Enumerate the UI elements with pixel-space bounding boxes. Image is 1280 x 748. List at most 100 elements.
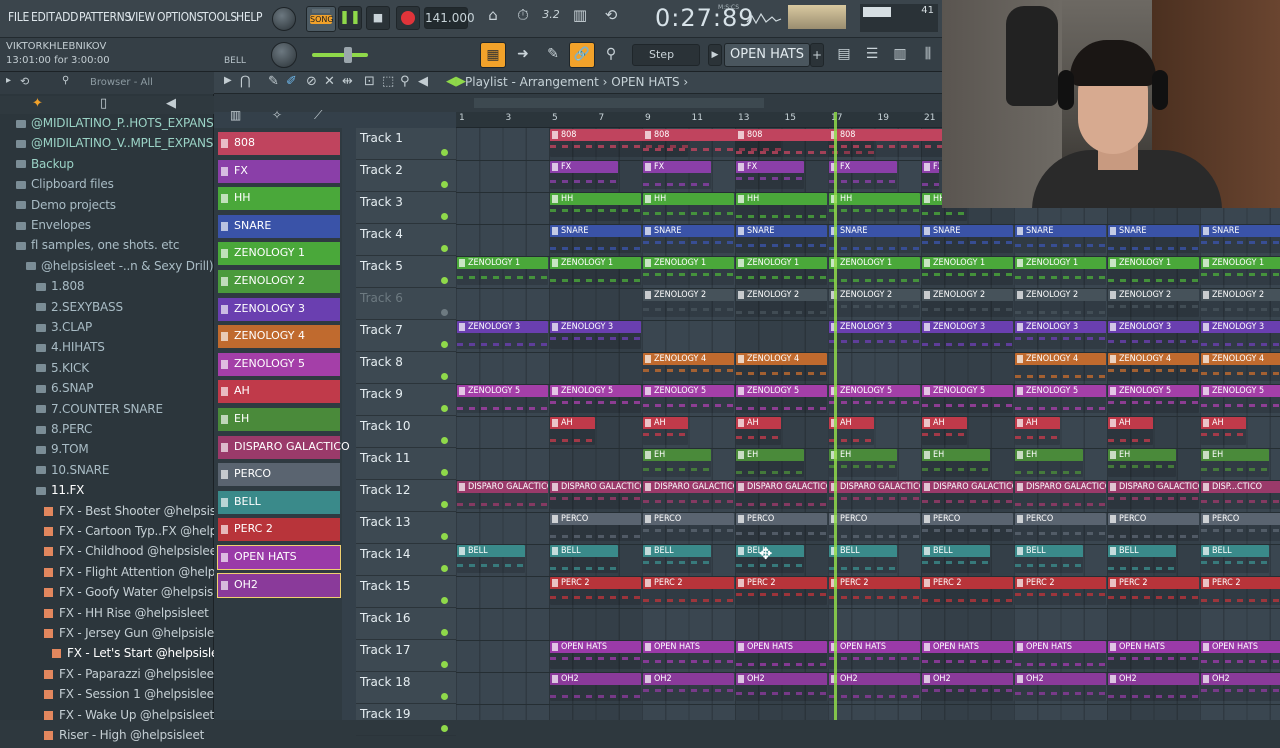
pattern-clip[interactable]: OPEN HATS	[922, 641, 1013, 669]
automation-icon[interactable]: ⟋	[314, 108, 322, 123]
slice-icon[interactable]: ⊡	[364, 74, 375, 89]
pattern-clip[interactable]: OPEN HATS	[550, 641, 641, 669]
track-header[interactable]: Track 12	[356, 480, 456, 512]
pattern-clip[interactable]: AH	[1108, 417, 1153, 445]
track-mute-led[interactable]	[441, 149, 448, 156]
pattern-item[interactable]: ZENOLOGY 4	[218, 325, 340, 349]
track-mute-led[interactable]	[441, 597, 448, 604]
pattern-item[interactable]: HH	[218, 187, 340, 211]
pattern-clip[interactable]: PERC 2	[643, 577, 734, 605]
arrangement-grid[interactable]: 808808808808FXFXFXFXFXHHHHHHHHHHSNARESNA…	[456, 128, 1280, 720]
menu-patterns[interactable]: PATTERNS	[79, 10, 131, 24]
track-header[interactable]: Track 17	[356, 640, 456, 672]
pattern-clip[interactable]: PERCO	[1201, 513, 1280, 541]
pattern-clip[interactable]: ZENOLOGY 1	[643, 257, 734, 285]
pattern-clip[interactable]: ZENOLOGY 1	[1201, 257, 1280, 285]
delete-icon[interactable]: ⊘	[306, 74, 317, 89]
pattern-item[interactable]: 808	[218, 132, 340, 155]
track-mute-led[interactable]	[441, 309, 448, 316]
metronome-button[interactable]: ⌂	[480, 6, 506, 30]
playlist-button[interactable]: ▦	[480, 42, 506, 68]
pattern-clip[interactable]: DISPARO GALACTICO	[829, 481, 920, 509]
pattern-clip[interactable]: FX	[550, 161, 618, 189]
pattern-clip[interactable]: ZENOLOGY 5	[457, 385, 548, 413]
pattern-clip[interactable]: ZENOLOGY 2	[1201, 289, 1280, 317]
track-mute-led[interactable]	[441, 437, 448, 444]
speaker-icon[interactable]: ◀	[166, 96, 176, 111]
pattern-clip[interactable]: ZENOLOGY 1	[1015, 257, 1106, 285]
add-pattern-button[interactable]: +	[810, 43, 824, 67]
track-header[interactable]: Track 19	[356, 704, 456, 736]
pattern-clip[interactable]: AH	[1201, 417, 1246, 445]
pause-button[interactable]: ❚❚	[338, 6, 362, 30]
pattern-clip[interactable]: FX	[736, 161, 804, 189]
browser-item[interactable]: FX - Let's Start @helpsisleet	[52, 646, 230, 666]
browser-item[interactable]: 6.SNAP	[36, 381, 93, 401]
pattern-item[interactable]: OH2	[217, 572, 341, 598]
pattern-clip[interactable]: AH	[736, 417, 781, 445]
pattern-clip[interactable]: AH	[922, 417, 967, 445]
track-mute-led[interactable]	[441, 181, 448, 188]
search-icon[interactable]: ⚲	[62, 75, 69, 86]
browser-item[interactable]: 10.SNARE	[36, 463, 109, 483]
browser-item[interactable]: @MIDILATINO_V..MPLE_EXPANSION	[16, 136, 235, 156]
pattern-item[interactable]: ZENOLOGY 1	[218, 242, 340, 266]
browser-item[interactable]: 5.KICK	[36, 361, 89, 381]
browser-item[interactable]: Envelopes	[16, 218, 91, 238]
pattern-clip[interactable]: PERC 2	[736, 577, 827, 605]
browser-item[interactable]: 8.PERC	[36, 422, 92, 442]
pattern-clip[interactable]: ZENOLOGY 2	[829, 289, 920, 317]
browser-item[interactable]: FX - Session 1 @helpsisleet	[44, 687, 219, 707]
track-header[interactable]: Track 3	[356, 192, 456, 224]
track-mute-led[interactable]	[441, 629, 448, 636]
track-mute-led[interactable]	[441, 533, 448, 540]
pattern-clip[interactable]: OH2	[1015, 673, 1106, 701]
master-volume-slider[interactable]	[312, 53, 368, 57]
browser-item[interactable]: Demo projects	[16, 198, 116, 218]
pattern-clip[interactable]: PERCO	[550, 513, 641, 541]
track-mute-led[interactable]	[441, 501, 448, 508]
pattern-clip[interactable]: DISPARO GALACTICO	[550, 481, 641, 509]
pattern-item[interactable]: FX	[218, 159, 340, 183]
master-volume-knob[interactable]	[272, 7, 296, 31]
track-header[interactable]: Track 18	[356, 672, 456, 704]
pattern-clip[interactable]: DISPARO GALACTICO	[457, 481, 548, 509]
pattern-clip[interactable]: EH	[1201, 449, 1269, 477]
menu-options[interactable]: OPTIONS	[157, 10, 203, 24]
song-mode-toggle[interactable]: SONG	[306, 6, 336, 32]
pattern-clip[interactable]: PERC 2	[550, 577, 641, 605]
pattern-clip[interactable]: OPEN HATS	[829, 641, 920, 669]
browser-item[interactable]: Clipboard files	[16, 177, 114, 197]
pattern-clip[interactable]: ZENOLOGY 3	[1108, 321, 1199, 349]
browser-item[interactable]: FX - Jersey Gun @helpsisleet	[44, 626, 226, 646]
pattern-clip[interactable]: ZENOLOGY 2	[1015, 289, 1106, 317]
pattern-clip[interactable]: ZENOLOGY 5	[1201, 385, 1280, 413]
pattern-clip[interactable]: OH2	[829, 673, 920, 701]
pattern-clip[interactable]: SNARE	[1201, 225, 1280, 253]
mixer-button[interactable]: ☰	[860, 42, 884, 68]
pattern-clip[interactable]: OH2	[922, 673, 1013, 701]
track-header[interactable]: Track 7	[356, 320, 456, 352]
link-button[interactable]: 🔗	[569, 42, 595, 68]
pattern-clip[interactable]: ZENOLOGY 5	[922, 385, 1013, 413]
pattern-clip[interactable]: ZENOLOGY 2	[922, 289, 1013, 317]
step-edit-button[interactable]: ▥	[567, 6, 593, 30]
menu-file[interactable]: FILE	[8, 10, 29, 24]
plugin-button[interactable]: ⫼	[916, 42, 940, 68]
pattern-clip[interactable]: SNARE	[736, 225, 827, 253]
track-mute-led[interactable]	[441, 661, 448, 668]
pattern-clip[interactable]: OPEN HATS	[1015, 641, 1106, 669]
track-header[interactable]: Track 15	[356, 576, 456, 608]
browser-item[interactable]: FX - Best Shooter @helpsisleet	[44, 504, 238, 524]
pattern-clip[interactable]: HH	[736, 193, 827, 221]
pattern-clip[interactable]: DISPARO GALACTICO	[736, 481, 827, 509]
pattern-clip[interactable]: OPEN HATS	[736, 641, 827, 669]
track-header[interactable]: Track 6	[356, 288, 456, 320]
pattern-clip[interactable]: OH2	[736, 673, 827, 701]
pattern-clip[interactable]: ZENOLOGY 1	[736, 257, 827, 285]
pattern-clip[interactable]: EH	[922, 449, 990, 477]
track-mute-led[interactable]	[441, 693, 448, 700]
pattern-clip[interactable]: PERCO	[829, 513, 920, 541]
pattern-item[interactable]: ZENOLOGY 2	[218, 270, 340, 293]
pattern-item[interactable]: ZENOLOGY 3	[218, 297, 340, 321]
